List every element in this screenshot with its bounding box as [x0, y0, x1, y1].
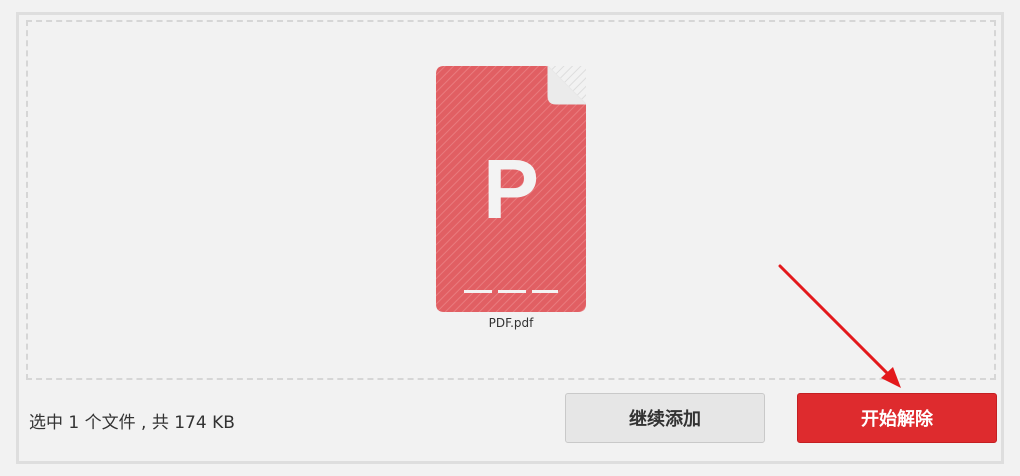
selection-status: 选中 1 个文件 , 共 174 KB — [29, 413, 235, 433]
file-name-label: PDF.pdf — [488, 316, 534, 330]
start-remove-button[interactable]: 开始解除 — [797, 393, 997, 443]
continue-adding-button[interactable]: 继续添加 — [565, 393, 765, 443]
pdf-file-icon: P — [436, 66, 586, 312]
pdf-file-card[interactable]: P — [436, 66, 586, 312]
pdf-letter: P — [483, 142, 539, 236]
